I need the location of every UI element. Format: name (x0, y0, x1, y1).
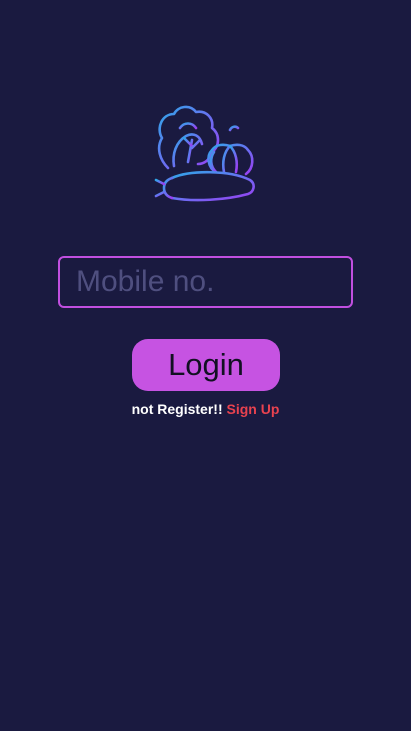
login-button[interactable]: Login (132, 339, 280, 391)
sign-up-link[interactable]: Sign Up (227, 401, 280, 417)
register-prompt-line: not Register!! Sign Up (0, 401, 411, 417)
login-screen: Login not Register!! Sign Up (0, 0, 411, 731)
register-prompt-text: not Register!! (131, 401, 223, 417)
vegetables-icon (152, 105, 255, 202)
mobile-number-input[interactable] (58, 256, 353, 308)
